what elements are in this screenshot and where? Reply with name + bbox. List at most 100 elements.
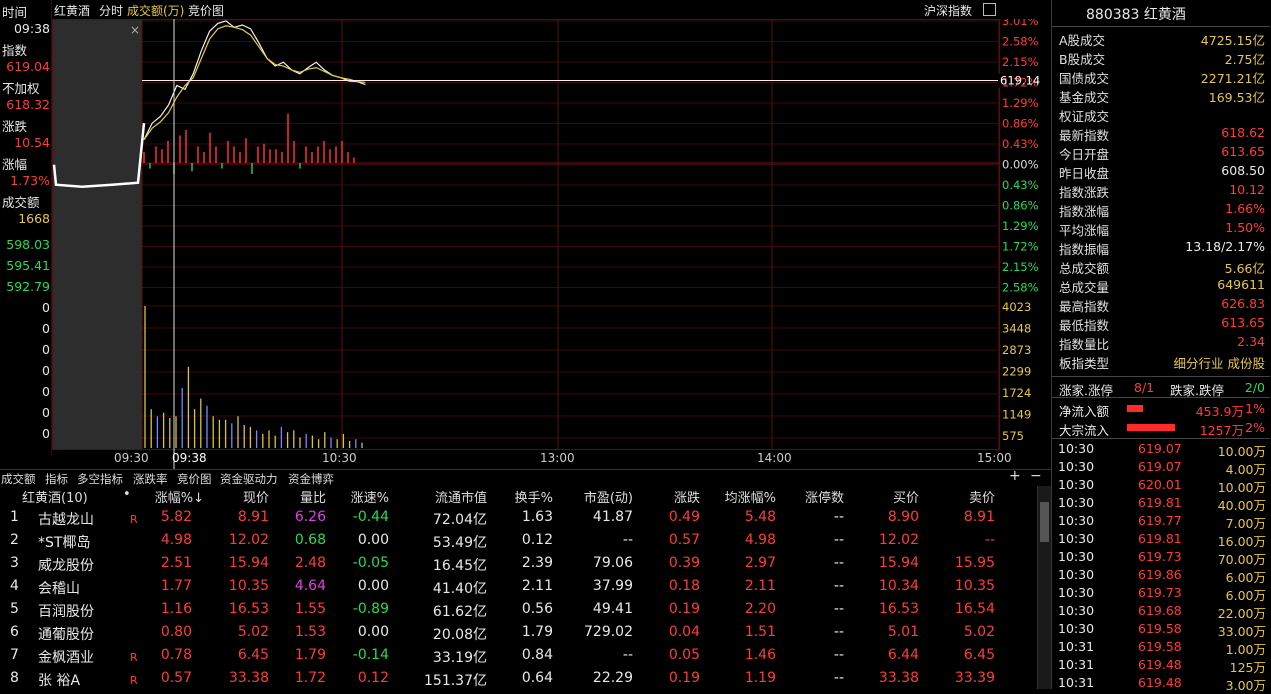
cell-change: 0.49	[668, 509, 700, 525]
pct-axis-label: 2.15%	[1002, 55, 1039, 69]
cell-mcap: 16.45亿	[432, 558, 487, 574]
tick-row: 10:30 620.01 10.00万	[1052, 476, 1270, 495]
cell-speed: 0.12	[357, 670, 389, 686]
col-speed-header[interactable]: 涨速%	[335, 487, 389, 506]
cell-price: 10.35	[228, 578, 269, 594]
tick-time: 10:30	[1058, 531, 1095, 546]
plus-button[interactable]: +	[1009, 468, 1021, 484]
cell-limit: --	[833, 555, 844, 571]
indicator-tabs: 成交额 指标 多空指标 涨跌率 竞价图 资金驱动力 资金博弈 + −	[0, 468, 1051, 487]
index-ref-label[interactable]: 沪深指数	[924, 2, 972, 19]
tab-auction-chart[interactable]: 竞价图	[177, 471, 212, 487]
tick-row: 10:30 619.81 16.00万	[1052, 530, 1270, 549]
stock-name[interactable]: 张 裕A	[38, 670, 80, 690]
tab-indicator[interactable]: 指标	[45, 471, 68, 487]
cell-pe: 729.02	[584, 624, 633, 640]
stock-name[interactable]: 会稽山	[38, 578, 80, 598]
r-tag: R	[130, 651, 138, 664]
stock-name[interactable]: 威龙股份	[38, 555, 94, 575]
time-axis-label: 15:00	[977, 451, 1012, 465]
tab-fund-drive[interactable]: 资金驱动力	[220, 471, 278, 487]
col-vr-header[interactable]: 量比	[280, 487, 326, 506]
table-row[interactable]: 4 会稽山 1.77 10.35 4.64 0.00 41.40亿 2.11 37.99 0.18…	[0, 576, 1037, 599]
stock-name[interactable]: 百润股份	[38, 601, 94, 621]
table-row[interactable]: 8 张 裕A R 0.57 33.38 1.72 0.12 151.37亿 0.64 22.29 0…	[0, 668, 1037, 691]
cell-limit: --	[833, 647, 844, 663]
time-axis-label: 13:00	[540, 451, 575, 465]
cell-price: 33.38	[228, 670, 269, 686]
tick-time: 10:30	[1058, 567, 1095, 582]
cell-mcap: 53.49亿	[432, 535, 487, 551]
cell-pct: 0.57	[160, 670, 192, 686]
tab-longshort[interactable]: 多空指标	[77, 471, 123, 487]
cell-speed: 0.00	[357, 624, 389, 640]
col-change-header[interactable]: 涨跌	[650, 487, 700, 506]
up-value: 8/1	[1134, 380, 1155, 395]
col-name-header[interactable]: 红黄酒(10)	[22, 487, 88, 506]
col-turnover-header[interactable]: 换手%	[500, 487, 553, 506]
col-price-header[interactable]: 现价	[215, 487, 269, 506]
table-row[interactable]: 3 威龙股份 2.51 15.94 2.48 -0.05 16.45亿 2.39 79.06 0.…	[0, 553, 1037, 576]
cell-turnover: 2.39	[521, 555, 553, 571]
table-row[interactable]: 5 百润股份 1.16 16.53 1.55 -0.89 61.62亿 0.56 49.41 0.…	[0, 599, 1037, 622]
r-tag: R	[130, 674, 138, 687]
cell-avg: 4.98	[744, 532, 776, 548]
tab-volume[interactable]: 成交额(万)	[127, 2, 184, 19]
tick-time: 10:30	[1058, 459, 1095, 474]
cell-mcap: 72.04亿	[432, 512, 487, 528]
stat-row: 指数涨幅 1.66%	[1052, 199, 1270, 219]
cell-avg: 2.11	[744, 578, 776, 594]
cell-avg: 1.46	[744, 647, 776, 663]
col-bid-header[interactable]: 买价	[860, 487, 919, 506]
cell-pct: 1.16	[160, 601, 192, 617]
col-avg-header[interactable]: 均涨幅%	[705, 487, 776, 506]
col-mcap-header[interactable]: 流通市值	[410, 487, 487, 506]
stat-value: 细分行业 成份股	[1173, 356, 1265, 371]
scale-value: 0	[42, 342, 50, 357]
col-pe-header[interactable]: 市盈(动)	[565, 487, 633, 506]
tab-turnover[interactable]: 成交额	[1, 471, 36, 487]
col-limit-header[interactable]: 涨停数	[782, 487, 844, 506]
col-pct-header[interactable]: 涨幅%↓	[140, 487, 204, 506]
cell-price: 15.94	[228, 555, 269, 571]
scrollbar[interactable]	[1037, 486, 1051, 689]
cell-bid: 8.90	[887, 509, 919, 525]
cell-volume-ratio: 4.64	[294, 578, 326, 594]
table-row[interactable]: 1 古越龙山 R 5.82 8.91 6.26 -0.44 72.04亿 1.63 41.87 0.…	[0, 507, 1037, 530]
tab-auction[interactable]: 竞价图	[188, 2, 224, 19]
checkbox[interactable]	[983, 3, 996, 16]
cell-volume-ratio: 0.68	[294, 532, 326, 548]
change-pct-label: 涨幅	[2, 157, 28, 172]
scrollbar-thumb[interactable]	[1040, 502, 1049, 542]
table-row[interactable]: 6 通葡股份 0.80 5.02 1.53 0.00 20.08亿 1.79 729.02 0.0…	[0, 622, 1037, 645]
tab-intraday[interactable]: 分时	[99, 2, 123, 19]
pct-axis-label: 0.43%	[1002, 178, 1039, 192]
minus-button[interactable]: −	[1030, 468, 1042, 484]
table-row[interactable]: 7 金枫酒业 R 0.78 6.45 1.79 -0.14 33.19亿 0.84 -- 0.05 1…	[0, 645, 1037, 668]
intraday-chart[interactable]: × 3.01% 2.58% 2.15% 1.72% 1.29% 0.86% 0.43% 0.00…	[52, 19, 1051, 470]
stock-name[interactable]: *ST椰岛	[38, 532, 90, 552]
block-row: 大宗流入 1257万 2%	[1052, 418, 1270, 438]
tab-updown-rate[interactable]: 涨跌率	[133, 471, 168, 487]
stock-name[interactable]: 金枫酒业	[38, 647, 94, 667]
pct-axis-label: 0.86%	[1002, 199, 1039, 213]
row-index: 1	[10, 509, 19, 525]
cell-speed: -0.89	[352, 601, 389, 617]
stock-name[interactable]: 古越龙山	[38, 509, 94, 529]
cell-ask: 6.45	[963, 647, 995, 663]
col-ask-header[interactable]: 卖价	[935, 487, 995, 506]
tick-row: 10:31 619.48 125万	[1052, 656, 1270, 675]
volume-axis-label: 2873	[1002, 343, 1031, 357]
pct-axis-label: 0.86%	[1002, 117, 1039, 131]
cell-ask: 16.54	[954, 601, 995, 617]
tab-fund-game[interactable]: 资金博弈	[288, 471, 334, 487]
cell-bid: 15.94	[878, 555, 919, 571]
stat-row: 总成交额 5.66亿	[1052, 256, 1270, 276]
cell-price: 6.45	[237, 647, 269, 663]
stat-value: 618.62	[1221, 125, 1265, 140]
table-row[interactable]: 2 *ST椰岛 4.98 12.02 0.68 0.00 53.49亿 0.12 -- 0.57 4…	[0, 530, 1037, 553]
cell-limit: --	[833, 624, 844, 640]
stock-name[interactable]: 通葡股份	[38, 624, 94, 644]
tick-price: 619.81	[1138, 495, 1182, 510]
stat-row: 平均涨幅 1.50%	[1052, 218, 1270, 238]
